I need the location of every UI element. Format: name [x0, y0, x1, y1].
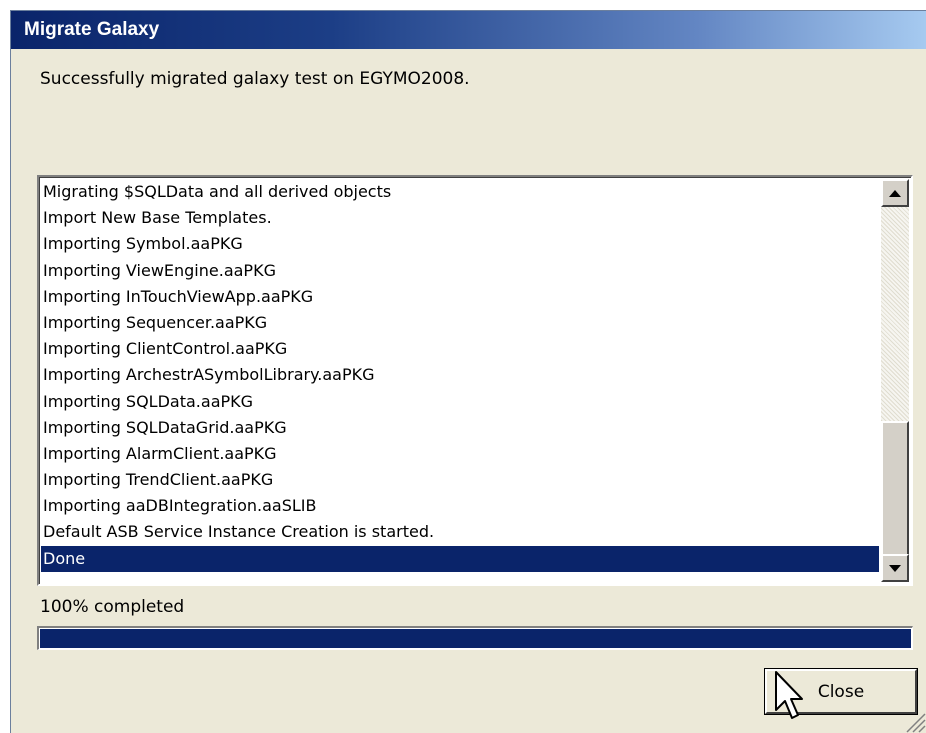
log-item[interactable]: Default ASB Service Instance Creation is… — [41, 519, 879, 545]
log-item[interactable]: Import New Base Templates. — [41, 205, 879, 231]
log-item[interactable]: Importing InTouchViewApp.aaPKG — [41, 284, 879, 310]
log-item[interactable]: Importing Symbol.aaPKG — [41, 231, 879, 257]
dialog-title: Migrate Galaxy — [11, 11, 926, 49]
log-item[interactable]: Importing ViewEngine.aaPKG — [41, 258, 879, 284]
log-item[interactable]: Importing Sequencer.aaPKG — [41, 310, 879, 336]
log-item[interactable]: Migrating $SQLData and all derived objec… — [41, 179, 879, 205]
close-button[interactable]: Close — [764, 668, 918, 715]
log-item[interactable]: Importing SQLData.aaPKG — [41, 389, 879, 415]
log-item[interactable]: Importing TrendClient.aaPKG — [41, 467, 879, 493]
log-item[interactable]: Importing ArchestrASymbolLibrary.aaPKG — [41, 362, 879, 388]
log-item[interactable]: Done — [41, 545, 879, 572]
progress-bar-fill — [40, 629, 911, 648]
scroll-thumb[interactable] — [881, 421, 909, 559]
arrow-up-icon — [889, 189, 901, 197]
log-item[interactable]: Importing SQLDataGrid.aaPKG — [41, 415, 879, 441]
log-list: Migrating $SQLData and all derived objec… — [41, 179, 879, 582]
scroll-up-button[interactable] — [881, 179, 909, 207]
migrate-galaxy-dialog: Migrate Galaxy Successfully migrated gal… — [10, 10, 926, 733]
log-item[interactable]: Importing ClientControl.aaPKG — [41, 336, 879, 362]
arrow-down-icon — [889, 564, 901, 572]
log-item[interactable]: Importing aaDBIntegration.aaSLIB — [41, 493, 879, 519]
status-message: Successfully migrated galaxy test on EGY… — [40, 69, 470, 89]
log-item[interactable]: Importing AlarmClient.aaPKG — [41, 441, 879, 467]
log-scrollbar[interactable] — [881, 179, 909, 582]
scroll-down-button[interactable] — [881, 554, 909, 582]
progress-label: 100% completed — [40, 597, 185, 617]
log-listbox[interactable]: Migrating $SQLData and all derived objec… — [37, 175, 913, 586]
progress-bar — [37, 626, 913, 650]
resize-grip-icon[interactable] — [900, 707, 926, 733]
